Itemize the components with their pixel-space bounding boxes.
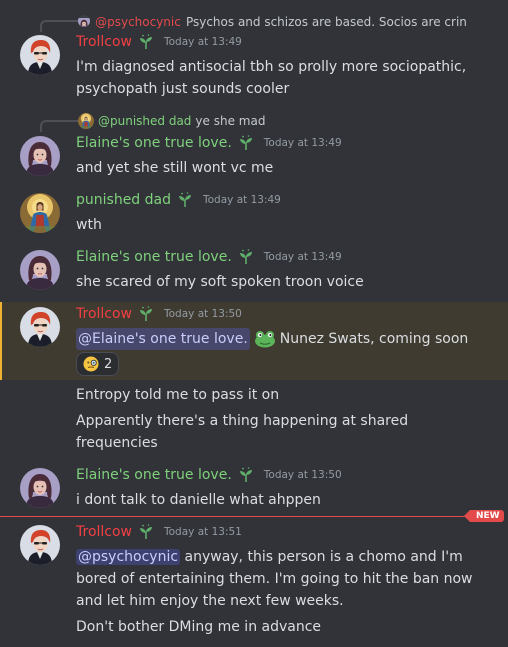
message-header: Trollcow Today at 13:50	[76, 306, 242, 322]
reply-preview[interactable]: @psychocynic Psychos and schizos are bas…	[78, 11, 467, 30]
seedling-badge-icon[interactable]	[238, 249, 254, 265]
seedling-badge-icon[interactable]	[238, 135, 254, 151]
message-header: Elaine's one true love. Today at 13:49	[76, 249, 342, 265]
message-content: Don't bother DMing me in advance	[76, 619, 322, 635]
timestamp[interactable]: Today at 13:49	[203, 194, 281, 206]
message-text: Nunez Swats, coming soon	[279, 331, 469, 347]
message-line: Apparently there's a thing happening at …	[76, 413, 409, 429]
avatar[interactable]	[20, 193, 60, 233]
message-line: psychopath just sounds cooler	[76, 81, 290, 97]
message-content: @Elaine's one true love. Nunez Swats, co…	[76, 328, 468, 350]
seedling-badge-icon[interactable]	[138, 524, 154, 540]
reply-content: ye she mad	[195, 114, 266, 128]
reply-avatar	[78, 15, 90, 27]
user-mention[interactable]: @psychocynic	[76, 549, 181, 565]
message-header: Trollcow Today at 13:51	[76, 524, 242, 540]
message-line: I'm diagnosed antisocial tbh so prolly m…	[76, 59, 467, 75]
username[interactable]: Trollcow	[76, 306, 132, 322]
new-badge: NEW	[470, 510, 504, 522]
avatar[interactable]	[20, 35, 60, 75]
avatar[interactable]	[20, 250, 60, 290]
reply-preview[interactable]: @punished dad ye she mad	[78, 113, 265, 129]
mention-highlight-bar	[0, 302, 2, 380]
monocle-emoji-icon	[83, 356, 99, 372]
timestamp[interactable]: Today at 13:49	[164, 36, 242, 48]
reply-connector	[40, 120, 78, 132]
seedling-badge-icon[interactable]	[138, 34, 154, 50]
message-header: Elaine's one true love. Today at 13:50	[76, 467, 342, 483]
message-header: Elaine's one true love. Today at 13:49	[76, 135, 342, 151]
reaction-count: 2	[104, 356, 113, 372]
user-mention[interactable]: @Elaine's one true love.	[76, 328, 250, 350]
seedling-badge-icon[interactable]	[177, 192, 193, 208]
username[interactable]: punished dad	[76, 192, 171, 208]
seedling-badge-icon[interactable]	[138, 306, 154, 322]
timestamp[interactable]: Today at 13:50	[264, 469, 342, 481]
message-content: I'm diagnosed antisocial tbh so prolly m…	[76, 56, 466, 100]
reply-avatar	[78, 113, 94, 129]
message-line: bored of entertaining them. I'm going to…	[76, 571, 473, 587]
seedling-badge-icon[interactable]	[238, 467, 254, 483]
message-line: frequencies	[76, 435, 158, 451]
message-content: Apparently there's a thing happening at …	[76, 410, 408, 454]
username[interactable]: Trollcow	[76, 524, 132, 540]
username[interactable]: Elaine's one true love.	[76, 467, 232, 483]
frog-emoji-icon	[254, 331, 275, 348]
message-header: punished dad Today at 13:49	[76, 192, 281, 208]
reply-username[interactable]: @psychocynic	[95, 15, 181, 29]
new-messages-divider	[0, 516, 470, 517]
avatar[interactable]	[20, 525, 60, 565]
timestamp[interactable]: Today at 13:51	[164, 526, 242, 538]
timestamp[interactable]: Today at 13:49	[264, 137, 342, 149]
message-line: and let him enjoy the next few weeks.	[76, 593, 344, 609]
message-content: and yet she still wont vc me	[76, 160, 274, 176]
reply-connector	[40, 20, 78, 32]
message-content: Entropy told me to pass it on	[76, 387, 280, 403]
message-content: she scared of my soft spoken troon voice	[76, 274, 364, 290]
message-content: @psychocynic anyway, this person is a ch…	[76, 546, 473, 612]
username[interactable]: Elaine's one true love.	[76, 249, 232, 265]
timestamp[interactable]: Today at 13:50	[164, 308, 242, 320]
message-header: Trollcow Today at 13:49	[76, 34, 242, 50]
message-text: anyway, this person is a chomo and I'm	[184, 549, 463, 565]
avatar[interactable]	[20, 468, 60, 508]
avatar[interactable]	[20, 136, 60, 176]
reply-username[interactable]: @punished dad	[98, 114, 191, 128]
avatar[interactable]	[20, 307, 60, 347]
reaction-monocle[interactable]: 2	[76, 352, 120, 376]
message-content: wth	[76, 217, 102, 233]
message-content: i dont talk to danielle what ahppen	[76, 492, 321, 508]
timestamp[interactable]: Today at 13:49	[264, 251, 342, 263]
message-line: @psychocynic anyway, this person is a ch…	[76, 546, 473, 568]
username[interactable]: Trollcow	[76, 34, 132, 50]
reply-content: Psychos and schizos are based. Socios ar…	[185, 15, 467, 29]
username[interactable]: Elaine's one true love.	[76, 135, 232, 151]
